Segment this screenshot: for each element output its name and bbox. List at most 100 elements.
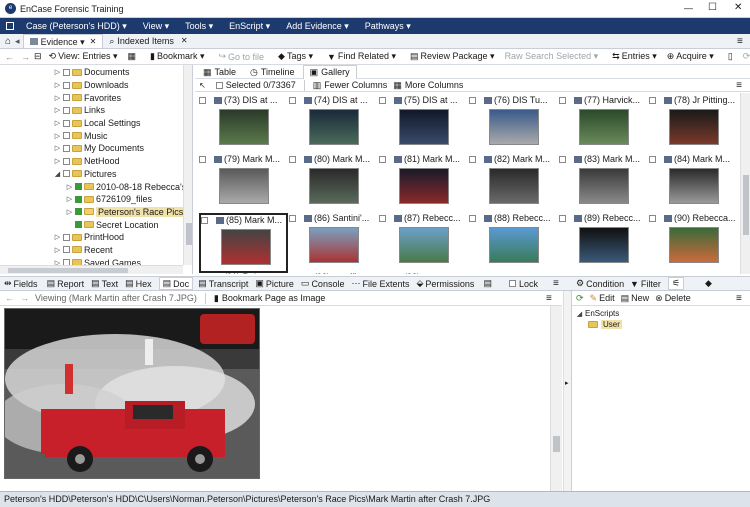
gallery-item-checkbox[interactable]: [379, 96, 386, 104]
tree-item[interactable]: ▷ NetHood: [0, 155, 192, 168]
gallery-item-checkbox[interactable]: [199, 273, 206, 274]
menu-pathways[interactable]: Pathways ▾: [357, 18, 419, 34]
enscripts-user[interactable]: User: [572, 319, 750, 330]
expand-icon[interactable]: ▷: [66, 183, 73, 191]
tab-timeline[interactable]: ◷ Timeline: [244, 65, 301, 79]
gallery-item[interactable]: (81) Mark M...: [379, 154, 468, 214]
gallery-item-checkbox[interactable]: [559, 96, 566, 104]
tree-item[interactable]: ▷ Recent: [0, 244, 192, 257]
gallery-item-checkbox[interactable]: [649, 214, 656, 222]
gallery-item-checkbox[interactable]: [289, 273, 296, 274]
panel-splitter[interactable]: ▸: [563, 291, 571, 491]
tree-checkbox[interactable]: [75, 195, 82, 203]
expand-icon[interactable]: ▷: [54, 157, 61, 165]
expand-icon[interactable]: ▷: [66, 195, 73, 203]
fewer-columns-button[interactable]: ▥ Fewer Columns: [313, 80, 388, 91]
tree-item[interactable]: ▷ 2010-08-18 Rebecca's: [0, 180, 192, 193]
gallery-item[interactable]: (74) DIS at ...: [289, 95, 378, 155]
menu-add-evidence[interactable]: Add Evidence ▾: [278, 18, 357, 34]
gallery-item[interactable]: (77) Harvick...: [559, 95, 648, 155]
gallery-item-checkbox[interactable]: [199, 155, 206, 163]
gallery-item-checkbox[interactable]: [289, 96, 296, 104]
app-menu-icon[interactable]: [6, 22, 14, 30]
expand-icon[interactable]: ◢: [576, 310, 583, 318]
tree-checkbox[interactable]: [75, 221, 82, 229]
gallery-thumbnail[interactable]: [489, 168, 539, 204]
gallery-thumbnail[interactable]: [669, 227, 719, 263]
expand-icon[interactable]: ▷: [54, 94, 61, 102]
expand-icon[interactable]: ▷: [54, 68, 61, 76]
gallery-item[interactable]: (90) Rebecca...: [649, 213, 738, 273]
lock-tab[interactable]: Lock: [508, 279, 538, 289]
gallery-item-checkbox[interactable]: [199, 96, 206, 104]
gallery-item[interactable]: (85) Mark M...: [199, 213, 288, 273]
gallery-thumbnail[interactable]: [669, 168, 719, 204]
tree-item[interactable]: ▷ Downloads: [0, 79, 192, 92]
report-tab[interactable]: ▤ Report: [47, 278, 85, 289]
tree-checkbox[interactable]: [63, 144, 70, 152]
gallery-menu-icon[interactable]: ≡: [736, 80, 742, 91]
gallery-thumbnail[interactable]: [309, 168, 359, 204]
panel-menu-icon[interactable]: ≡: [553, 278, 559, 289]
gallery-item[interactable]: (75) DIS at ...: [379, 95, 468, 155]
tags-dropdown[interactable]: ◆ Tags ▾: [273, 49, 318, 65]
fields-tab[interactable]: ⇹ Fields: [4, 278, 38, 289]
device-icon[interactable]: ▯: [723, 49, 738, 65]
review-package-dropdown[interactable]: ▤ Review Package ▾: [405, 49, 500, 65]
tree-checkbox[interactable]: [63, 246, 70, 254]
tab-evidence-close-icon[interactable]: ✕: [90, 35, 97, 49]
gallery-thumbnail[interactable]: [489, 227, 539, 263]
gallery-thumbnail[interactable]: [489, 109, 539, 145]
gallery-item-checkbox[interactable]: [201, 216, 208, 224]
tree-scroll-thumb[interactable]: [186, 223, 192, 245]
gallery-item-checkbox[interactable]: [559, 214, 566, 222]
expand-icon[interactable]: ▷: [54, 144, 61, 152]
gallery-thumbnail[interactable]: [309, 227, 359, 263]
tab-evidence[interactable]: Evidence ▾ ✕: [22, 34, 104, 49]
lock-checkbox[interactable]: [508, 280, 516, 287]
gallery-item-checkbox[interactable]: [379, 214, 386, 222]
go-to-file-button[interactable]: ↪ Go to file: [213, 49, 269, 65]
expand-icon[interactable]: ▷: [54, 233, 61, 241]
gallery-thumbnail[interactable]: [399, 109, 449, 145]
split-view-icon[interactable]: ⊟: [32, 49, 44, 65]
expand-icon[interactable]: ▷: [54, 81, 61, 89]
gallery-item[interactable]: (80) Mark M...: [289, 154, 378, 214]
find-related-dropdown[interactable]: ▼ Find Related ▾: [322, 49, 401, 65]
tabs-menu-icon[interactable]: ≡: [737, 36, 743, 47]
tab-table[interactable]: ▦ Table: [197, 65, 242, 79]
tab-indexed-close-icon[interactable]: ✕: [181, 34, 188, 48]
gallery-thumbnail[interactable]: [309, 109, 359, 145]
maximize-button[interactable]: ☐: [708, 2, 717, 13]
close-button[interactable]: ✕: [734, 2, 742, 13]
tree-item[interactable]: ▷ My Documents: [0, 142, 192, 155]
gallery-item-checkbox[interactable]: [649, 155, 656, 163]
tab-gallery[interactable]: ▣ Gallery: [302, 64, 357, 79]
gallery-item-checkbox[interactable]: [649, 96, 656, 104]
tree-item[interactable]: ▷ Music: [0, 129, 192, 142]
doc-tab[interactable]: ▤ Doc: [158, 277, 194, 290]
grid-icon[interactable]: ▦: [122, 49, 141, 65]
gallery-thumbnail[interactable]: [579, 168, 629, 204]
permissions-tab[interactable]: ⬙ Permissions: [417, 278, 475, 289]
gallery-item[interactable]: (91) Rebecc...: [199, 272, 288, 274]
tree-checkbox[interactable]: [63, 106, 70, 114]
viewer-scrollbar[interactable]: [550, 306, 562, 491]
minimize-button[interactable]: —: [684, 3, 693, 13]
expand-icon[interactable]: ▷: [54, 132, 61, 140]
delete-button[interactable]: ⊗ Delete: [655, 293, 691, 304]
expand-icon[interactable]: ▷: [54, 119, 61, 127]
select-arrow-icon[interactable]: ↖: [199, 81, 206, 90]
gallery-thumbnail[interactable]: [221, 229, 271, 265]
tree-item[interactable]: ▷ Links: [0, 104, 192, 117]
raw-search-selected-dropdown[interactable]: Raw Search Selected ▾: [500, 49, 604, 65]
gallery-item-checkbox[interactable]: [469, 214, 476, 222]
acquire-dropdown[interactable]: ⊕ Acquire ▾: [662, 49, 719, 65]
menu-tools[interactable]: Tools ▾: [177, 18, 221, 34]
forward-nav-icon[interactable]: →: [19, 49, 32, 65]
tab-indexed-items[interactable]: ⌕ Indexed Items ✕: [103, 34, 193, 48]
menu-enscript[interactable]: EnScript ▾: [221, 18, 278, 34]
gallery-item-checkbox[interactable]: [379, 155, 386, 163]
viewer-menu-icon[interactable]: ≡: [546, 293, 552, 304]
hex-tab[interactable]: ▤ Hex: [125, 278, 152, 289]
